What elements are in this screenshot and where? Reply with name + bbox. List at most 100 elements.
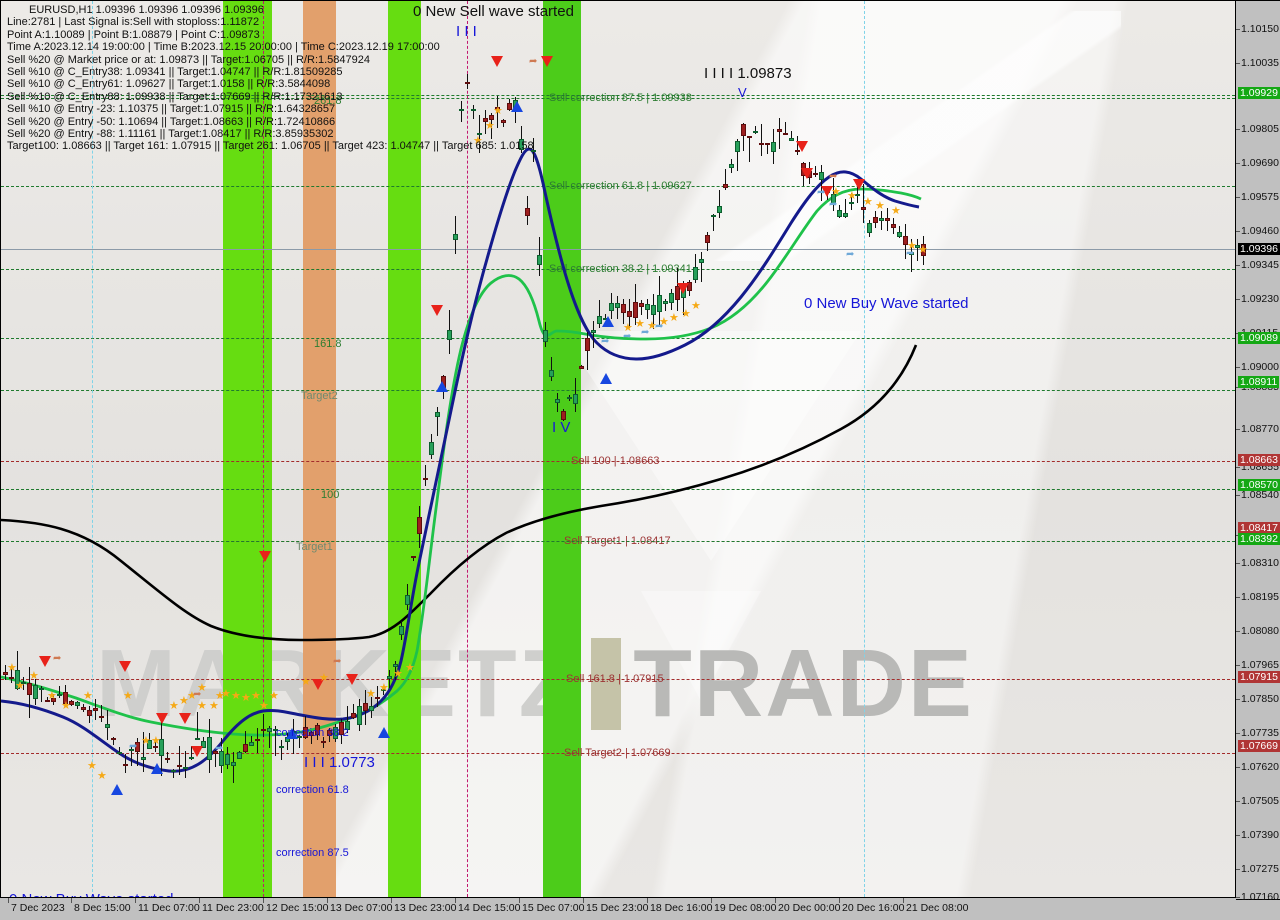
price-tick-label: 1.09575 [1241, 191, 1279, 203]
star-marker-icon: ★ [97, 770, 107, 782]
price-highlight-label: 1.08663 [1238, 454, 1280, 466]
candle-body [873, 217, 878, 224]
price-tick-label: 1.07390 [1241, 829, 1279, 841]
signal-info-line: Sell %20 @ Entry -88: 1.11161 || Target:… [7, 128, 334, 141]
candle-wick [815, 166, 816, 178]
star-marker-icon: ★ [691, 300, 701, 312]
candle-body [891, 224, 896, 229]
price-tick: 1.08195 [1236, 591, 1279, 603]
signal-info-line: Sell %10 @ C_Entry38: 1.09341 || Target:… [7, 66, 343, 79]
candle-body [87, 710, 92, 716]
price-tick: 1.10150 [1236, 23, 1279, 35]
sell-arrow-icon [541, 56, 553, 67]
candle-body [423, 478, 428, 481]
candle-body [225, 753, 230, 766]
candle-body [279, 746, 284, 749]
time-tick-mark [327, 898, 328, 903]
wave-chevron-icon: V [738, 85, 747, 100]
candle-body [789, 138, 794, 141]
price-tick: 1.09000 [1236, 361, 1279, 373]
price-tick: 1.07965 [1236, 659, 1279, 671]
wave-label: I I I 1.0773 [304, 754, 375, 771]
candle-body [93, 708, 98, 712]
candle-body [591, 330, 596, 334]
candle-wick [641, 299, 642, 316]
price-tick: 1.07850 [1236, 693, 1279, 705]
candle-body [105, 724, 110, 729]
candle-body [231, 761, 236, 766]
candle-body [729, 163, 734, 169]
signal-info-lines: Line:2781 | Last Signal is:Sell with sto… [7, 16, 534, 152]
star-marker-icon: ★ [847, 190, 857, 202]
star-marker-icon: ★ [141, 735, 151, 747]
time-tick-label: 13 Dec 23:00 [394, 902, 457, 914]
star-marker-icon: ★ [87, 760, 97, 772]
time-tick-mark [71, 898, 72, 903]
chart-plot-area[interactable]: MARKETZ TRADE Sell correction 87.5 | 1.0… [1, 1, 1235, 897]
candle-wick [425, 464, 426, 486]
time-tick-mark [199, 898, 200, 903]
candle-body [321, 740, 326, 743]
ma-fast-line [1, 187, 922, 737]
time-tick-mark [263, 898, 264, 903]
candle-body [537, 254, 542, 265]
buy-flag-icon: ➦ [601, 336, 610, 347]
candle-wick [185, 751, 186, 779]
candle-wick [281, 740, 282, 761]
candle-wick [599, 300, 600, 329]
candle-body [33, 685, 38, 699]
price-tick-label: 1.07620 [1241, 761, 1279, 773]
candle-body [117, 751, 122, 754]
price-tick-label: 1.09345 [1241, 259, 1279, 271]
signal-info-line: Sell %20 @ Entry -50: 1.10694 || Target:… [7, 115, 336, 128]
star-marker-icon: ★ [863, 196, 873, 208]
price-tick-label: 1.07965 [1241, 659, 1279, 671]
candle-body [189, 757, 194, 760]
price-tick: 1.07275 [1236, 863, 1279, 875]
price-tick: 1.07735 [1236, 727, 1279, 739]
time-axis[interactable]: 7 Dec 2023 8 Dec 15:00 11 Dec 07:00 11 Dec … [0, 898, 1236, 920]
candle-body [621, 303, 626, 313]
candle-body [669, 293, 674, 303]
price-tick-label: 1.08080 [1241, 625, 1279, 637]
sell-arrow-icon [259, 551, 271, 562]
candle-wick [779, 118, 780, 149]
star-marker-icon: ★ [393, 668, 403, 680]
candle-body [711, 215, 716, 218]
star-marker-icon: ★ [7, 662, 17, 674]
candle-wick [179, 746, 180, 776]
ma-long-line [1, 344, 918, 642]
signal-info-line: Time A:2023.12.14 19:00:00 | Time B:2023… [7, 41, 440, 54]
candle-body [717, 205, 722, 214]
candle-body [177, 764, 182, 767]
candle-body [567, 396, 572, 399]
candle-body [183, 766, 188, 769]
wave-label: I V [552, 419, 571, 436]
candle-wick [233, 751, 234, 783]
time-tick-label: 8 Dec 15:00 [74, 902, 131, 914]
buy-flag-icon: ➦ [641, 327, 650, 338]
candle-body [897, 231, 902, 238]
fib-label: Target1 [296, 541, 333, 553]
candle-body [369, 705, 374, 712]
price-tick-label: 1.10150 [1241, 23, 1279, 35]
sell-arrow-icon [156, 713, 168, 724]
time-tick-mark [711, 898, 712, 903]
price-tick-label: 1.09805 [1241, 123, 1279, 135]
candle-body [735, 140, 740, 152]
chart-frame[interactable]: MARKETZ TRADE Sell correction 87.5 | 1.0… [0, 0, 1236, 898]
price-tick-label: 1.09460 [1241, 225, 1279, 237]
price-highlight-label: 1.07915 [1238, 671, 1280, 683]
correction-label: correction 87.5 [276, 847, 349, 859]
candle-body [393, 663, 398, 667]
time-tick-label: 20 Dec 16:00 [842, 902, 905, 914]
candle-body [771, 142, 776, 153]
sell-arrow-icon [346, 674, 358, 685]
candle-body [255, 739, 260, 742]
candle-body [633, 302, 638, 319]
price-tick-label: 1.09230 [1241, 293, 1279, 305]
price-tick-label: 1.07850 [1241, 693, 1279, 705]
price-tick: 1.09690 [1236, 157, 1279, 169]
price-axis[interactable]: 1.10150 1.10035 1.09805 1.09690 1.09575 1.094… [1236, 0, 1280, 903]
sell-arrow-icon [853, 179, 865, 190]
